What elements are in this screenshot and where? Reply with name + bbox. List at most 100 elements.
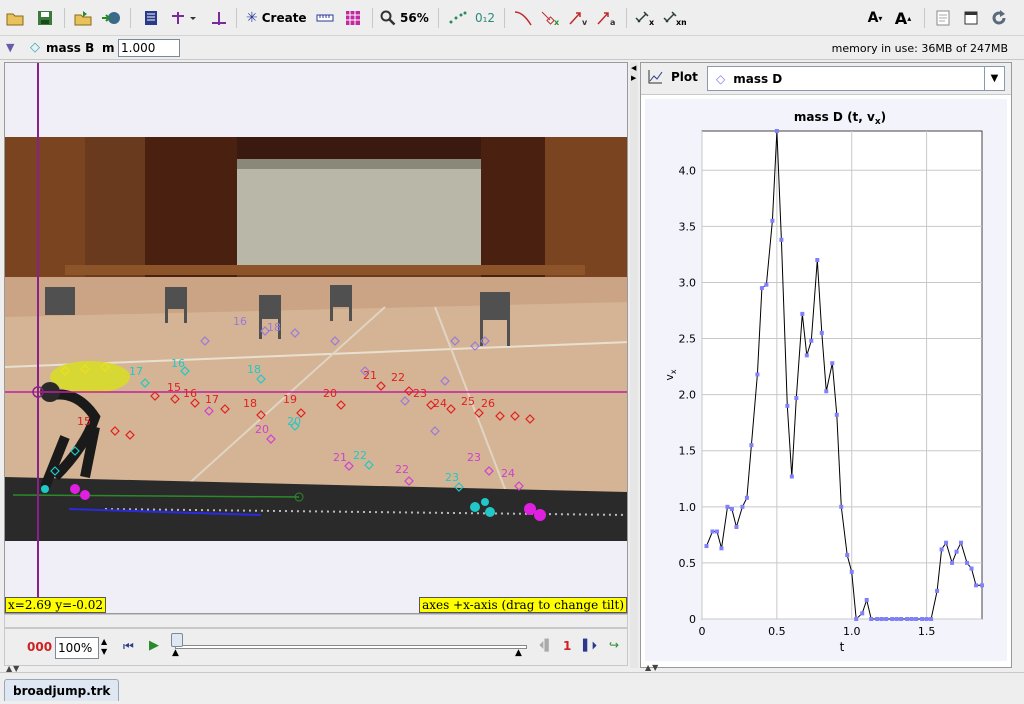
trail-icon[interactable]	[446, 6, 468, 30]
data-point[interactable]	[815, 258, 820, 263]
data-point[interactable]	[869, 617, 874, 621]
labels-icon[interactable]: 0₁2	[474, 6, 496, 30]
velocity-icon[interactable]: v	[568, 6, 590, 30]
position-icon[interactable]: x	[540, 6, 562, 30]
data-point[interactable]	[804, 353, 809, 358]
data-point[interactable]	[935, 588, 940, 593]
data-point[interactable]	[980, 583, 984, 588]
data-point[interactable]	[729, 507, 734, 512]
font-larger-icon[interactable]: A ▴	[892, 6, 914, 30]
data-point[interactable]	[740, 504, 745, 509]
path-icon[interactable]	[512, 6, 534, 30]
data-point[interactable]	[890, 617, 895, 621]
data-point[interactable]	[959, 540, 964, 545]
data-point[interactable]	[860, 611, 865, 616]
video-frame[interactable]: 15 16 17 18 19 20 21 22 23 24 25 26 15 20 21 22 23…	[5, 137, 627, 541]
import-icon[interactable]	[72, 6, 94, 30]
split-divider[interactable]: ◀ ▶	[630, 62, 638, 668]
data-point[interactable]	[864, 597, 869, 602]
data-point[interactable]	[954, 549, 959, 554]
clip-settings-icon[interactable]	[140, 6, 162, 30]
play-icon[interactable]: ▶	[149, 638, 159, 653]
create-track-button[interactable]: ✳ Create	[246, 6, 307, 30]
coordinate-axes-icon[interactable]	[170, 6, 196, 30]
data-point[interactable]	[939, 547, 944, 552]
video-clip-icon[interactable]	[100, 6, 122, 30]
save-icon[interactable]	[34, 6, 56, 30]
data-point[interactable]	[819, 330, 824, 335]
track-button[interactable]: ◇ mass B	[30, 40, 94, 55]
end-marker-icon[interactable]: ▲	[515, 648, 522, 658]
data-point[interactable]	[710, 529, 715, 534]
data-point[interactable]	[789, 474, 794, 479]
start-marker-icon[interactable]: ▲	[172, 648, 179, 658]
data-point[interactable]	[969, 566, 974, 571]
data-point[interactable]	[744, 495, 749, 500]
data-point[interactable]	[755, 372, 760, 377]
data-point[interactable]	[839, 504, 844, 509]
track-select[interactable]: ◇ mass D ▼	[707, 66, 1005, 91]
plot-collapse-arrows-icon[interactable]: ▲▼	[645, 663, 659, 672]
data-point[interactable]	[774, 129, 779, 133]
step-forward-icon[interactable]: ▌⏵	[583, 639, 597, 653]
calibration-icon[interactable]	[208, 6, 230, 30]
data-point[interactable]	[845, 553, 850, 558]
velocity-chart[interactable]: mass D (t, vx) 00.51.01.52.02.53.03.54.0…	[645, 99, 1007, 661]
data-point[interactable]	[764, 282, 769, 287]
tape-measure-icon[interactable]	[314, 6, 336, 30]
slider-thumb-icon[interactable]	[171, 633, 183, 647]
divider-right-arrow-icon[interactable]: ▶	[631, 74, 636, 82]
video-panel[interactable]: 15 16 17 18 19 20 21 22 23 24 25 26 15 20 21 22 23…	[4, 62, 628, 614]
rate-spinner-icon[interactable]: ▲ ▼	[101, 637, 107, 657]
data-point[interactable]	[834, 412, 839, 417]
data-point[interactable]	[770, 218, 775, 223]
tab-broadjump[interactable]: broadjump.trk	[4, 679, 120, 701]
playback-rate-field[interactable]	[55, 637, 99, 659]
data-point[interactable]	[785, 403, 790, 408]
data-point[interactable]	[830, 361, 835, 366]
data-point[interactable]	[794, 395, 799, 400]
track-menu-arrow-icon[interactable]: ▼	[6, 41, 14, 54]
data-point[interactable]	[734, 525, 739, 530]
refresh-icon[interactable]	[988, 6, 1010, 30]
reset-to-start-icon[interactable]: ⏮	[123, 639, 134, 654]
data-point[interactable]	[854, 617, 859, 621]
plot-button[interactable]: Plot	[647, 69, 698, 85]
data-point[interactable]	[924, 617, 929, 621]
video-scrollbar[interactable]	[4, 614, 628, 628]
data-point[interactable]	[714, 529, 719, 534]
y-axis-line[interactable]	[37, 63, 39, 613]
dropdown-arrow-icon[interactable]: ▼	[984, 67, 1004, 90]
data-point[interactable]	[875, 617, 880, 621]
data-point[interactable]	[759, 286, 764, 291]
x-vector-icon[interactable]: x	[634, 6, 656, 30]
data-point[interactable]	[704, 544, 709, 549]
data-point[interactable]	[719, 546, 724, 551]
data-point[interactable]	[965, 560, 970, 565]
data-point[interactable]	[950, 560, 955, 565]
data-point[interactable]	[824, 389, 829, 394]
data-point[interactable]	[894, 617, 899, 621]
color-grid-icon[interactable]	[342, 6, 364, 30]
data-point[interactable]	[779, 237, 784, 242]
step-back-icon[interactable]: ⏴▌	[539, 639, 553, 653]
data-point[interactable]	[749, 443, 754, 448]
data-point[interactable]	[884, 617, 889, 621]
data-point[interactable]	[905, 617, 910, 621]
data-point[interactable]	[879, 617, 884, 621]
zoom-button[interactable]: 56%	[380, 6, 429, 30]
data-point[interactable]	[974, 583, 979, 588]
font-smaller-icon[interactable]: A ▾	[864, 6, 886, 30]
mass-field[interactable]	[118, 39, 180, 57]
acceleration-icon[interactable]: a	[596, 6, 618, 30]
frame-slider[interactable]	[175, 645, 527, 649]
xm-vector-icon[interactable]: xm	[662, 6, 686, 30]
data-point[interactable]	[920, 617, 925, 621]
data-point[interactable]	[725, 504, 730, 509]
data-point[interactable]	[909, 617, 914, 621]
loop-icon[interactable]: ↪	[609, 638, 619, 652]
data-point[interactable]	[899, 617, 904, 621]
plot-area[interactable]: mass D (t, vx) 0 0.5 1.0 1.5 2.0 2.5 3.0 3.5 4.0…	[645, 99, 1007, 661]
window-icon[interactable]	[960, 6, 982, 30]
notes-icon[interactable]	[932, 6, 954, 30]
